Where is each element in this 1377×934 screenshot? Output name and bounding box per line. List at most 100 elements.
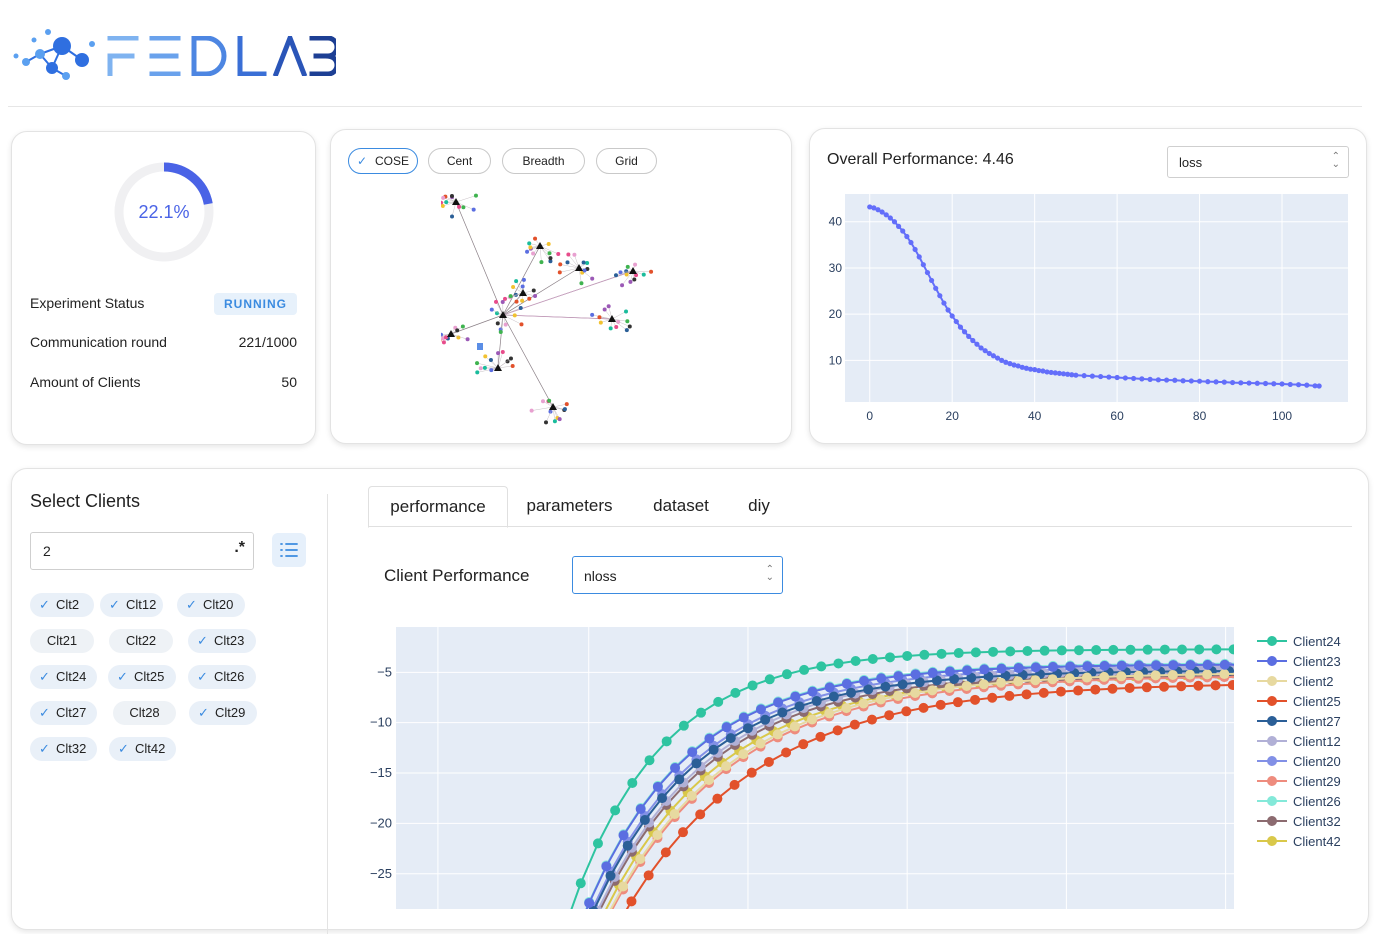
list-select-button[interactable]	[272, 533, 306, 567]
graph-node[interactable]	[558, 270, 562, 274]
graph-node[interactable]	[632, 278, 636, 282]
graph-node[interactable]	[625, 319, 629, 323]
graph-node[interactable]	[624, 310, 628, 314]
graph-node[interactable]	[563, 407, 567, 411]
tab-dataset[interactable]: dataset	[638, 486, 724, 526]
graph-node[interactable]	[603, 307, 607, 311]
graph-node[interactable]	[533, 237, 537, 241]
graph-node[interactable]	[513, 313, 517, 317]
graph-hub-node[interactable]	[447, 330, 455, 337]
graph-node[interactable]	[558, 262, 562, 266]
graph-node[interactable]	[614, 273, 618, 277]
legend-entry[interactable]: Client25	[1293, 694, 1341, 709]
graph-node[interactable]	[530, 409, 534, 413]
graph-node[interactable]	[590, 277, 594, 281]
graph-node[interactable]	[457, 205, 461, 209]
client-topology-graph[interactable]	[441, 188, 691, 438]
metric-select[interactable]: loss ⌃⌄	[1167, 146, 1349, 178]
graph-node[interactable]	[585, 261, 589, 265]
layout-grid-button[interactable]: Grid	[596, 148, 657, 174]
graph-node[interactable]	[607, 304, 611, 308]
graph-node[interactable]	[483, 366, 487, 370]
graph-node[interactable]	[628, 324, 632, 328]
graph-node[interactable]	[566, 253, 570, 257]
graph-node[interactable]	[474, 194, 478, 198]
graph-node[interactable]	[547, 399, 551, 403]
layout-breadth-button[interactable]: Breadth	[502, 148, 585, 174]
graph-node[interactable]	[475, 370, 479, 374]
graph-node[interactable]	[450, 194, 454, 198]
graph-node[interactable]	[616, 320, 620, 324]
client-chip-clt25[interactable]: ✓Clt25	[108, 665, 176, 689]
client-metric-select[interactable]: nloss ⌃⌄	[572, 556, 783, 594]
graph-node[interactable]	[625, 328, 629, 332]
client-chip-clt42[interactable]: ✓Clt42	[109, 737, 176, 761]
graph-node[interactable]	[496, 321, 500, 325]
graph-node[interactable]	[553, 419, 557, 423]
client-chip-clt21[interactable]: Clt21	[30, 629, 94, 653]
graph-node[interactable]	[511, 364, 515, 368]
tab-parameters[interactable]: parameters	[512, 486, 627, 526]
graph-node[interactable]	[628, 280, 632, 284]
graph-node[interactable]	[441, 204, 445, 208]
graph-node[interactable]	[444, 200, 448, 204]
graph-node[interactable]	[609, 326, 613, 330]
graph-node[interactable]	[509, 294, 513, 298]
graph-node[interactable]	[522, 278, 526, 282]
graph-node[interactable]	[539, 260, 543, 264]
graph-node[interactable]	[489, 368, 493, 372]
graph-node[interactable]	[489, 358, 493, 362]
graph-node[interactable]	[490, 308, 494, 312]
client-chip-clt27[interactable]: ✓Clt27	[30, 701, 97, 725]
graph-node[interactable]	[547, 242, 551, 246]
graph-node[interactable]	[556, 252, 560, 256]
graph-node[interactable]	[501, 350, 505, 354]
graph-node[interactable]	[531, 251, 535, 255]
graph-node[interactable]	[442, 340, 446, 344]
graph-node[interactable]	[528, 245, 532, 249]
graph-node[interactable]	[533, 294, 537, 298]
graph-node[interactable]	[525, 250, 529, 254]
legend-entry[interactable]: Client29	[1293, 774, 1341, 789]
graph-node[interactable]	[495, 311, 499, 315]
graph-node[interactable]	[620, 283, 624, 287]
graph-node[interactable]	[461, 325, 465, 329]
graph-node[interactable]	[444, 335, 448, 339]
client-chip-clt24[interactable]: ✓Clt24	[30, 665, 97, 689]
legend-entry[interactable]: Client2	[1293, 674, 1333, 689]
graph-node[interactable]	[527, 241, 531, 245]
layout-cose-button[interactable]: ✓ COSE	[348, 148, 418, 174]
graph-node[interactable]	[548, 410, 552, 414]
graph-node[interactable]	[642, 273, 646, 277]
legend-entry[interactable]: Client27	[1293, 714, 1341, 729]
graph-node[interactable]	[521, 285, 525, 289]
client-chip-clt22[interactable]: Clt22	[109, 629, 173, 653]
graph-node[interactable]	[466, 337, 470, 341]
graph-node[interactable]	[504, 323, 508, 327]
graph-node[interactable]	[499, 330, 503, 334]
graph-node[interactable]	[597, 315, 601, 319]
client-chip-clt23[interactable]: ✓Clt23	[188, 629, 256, 653]
graph-node[interactable]	[572, 253, 576, 257]
legend-entry[interactable]: Client24	[1293, 634, 1341, 649]
graph-node[interactable]	[590, 313, 594, 317]
graph-node[interactable]	[520, 299, 524, 303]
client-chip-clt28[interactable]: Clt28	[113, 701, 176, 725]
graph-hub-node[interactable]	[452, 198, 460, 205]
graph-node[interactable]	[483, 354, 487, 358]
graph-node[interactable]	[579, 281, 583, 285]
graph-node[interactable]	[450, 214, 454, 218]
client-chip-clt29[interactable]: ✓Clt29	[189, 701, 257, 725]
graph-node[interactable]	[479, 366, 483, 370]
graph-node[interactable]	[519, 322, 523, 326]
client-chip-clt32[interactable]: ✓Clt32	[30, 737, 97, 761]
graph-node[interactable]	[626, 265, 630, 269]
graph-node[interactable]	[509, 357, 513, 361]
graph-node[interactable]	[475, 361, 479, 365]
graph-node[interactable]	[582, 260, 586, 264]
tab-performance[interactable]: performance	[368, 486, 508, 528]
graph-node[interactable]	[494, 300, 498, 304]
client-search-input[interactable]: 2 .*	[30, 532, 254, 570]
graph-node[interactable]	[548, 251, 552, 255]
client-chip-clt12[interactable]: ✓Clt12	[100, 593, 163, 617]
